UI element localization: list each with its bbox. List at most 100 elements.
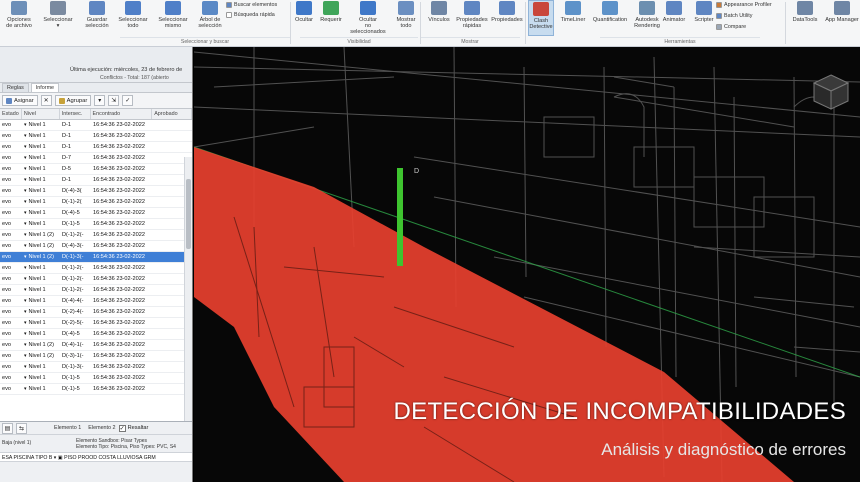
- clash-element-pipe[interactable]: [397, 168, 403, 266]
- col-level[interactable]: Nivel: [22, 109, 60, 119]
- ribbon-small-buscar[interactable]: Buscar elementos: [226, 1, 277, 9]
- ribbon-button-vínculos[interactable]: Vínculos: [425, 0, 453, 36]
- ribbon-button-timeliner[interactable]: TimeLiner: [558, 0, 588, 36]
- table-row[interactable]: evo ▾ Nivel 1 D(-4)-4(- 16:54:36 23-02-2022: [0, 296, 192, 307]
- ribbon-small-busqueda-rapida[interactable]: Búsqueda rápida: [226, 11, 275, 19]
- ribbon-button-datatools[interactable]: DataTools: [790, 0, 820, 36]
- status-dropdown-icon[interactable]: ▾: [24, 166, 27, 172]
- ribbon-button-propiedades[interactable]: Propiedades rápidas: [455, 0, 489, 36]
- results-scrollbar[interactable]: [184, 157, 192, 437]
- cell-grid-text: D(-4)-5: [62, 210, 80, 216]
- ribbon-small-appearance[interactable]: Appearance Profiler: [716, 1, 772, 9]
- table-row[interactable]: evo ▾ Nivel 1 D(-4)-5 16:54:36 23-02-2022: [0, 329, 192, 340]
- ribbon-button-seleccionar[interactable]: Seleccionar mismo: [156, 0, 190, 36]
- table-row[interactable]: evo ▾ Nivel 1 D(-1)-5 16:54:36 23-02-2022: [0, 373, 192, 384]
- ribbon-button-autodesk[interactable]: Autodesk Rendering: [632, 0, 662, 36]
- ribbon-button-seleccionar[interactable]: Seleccionar todo: [113, 0, 153, 36]
- ribbon-button-requerir[interactable]: Requerir: [318, 0, 344, 36]
- status-dropdown-icon[interactable]: ▾: [24, 133, 27, 139]
- table-row[interactable]: evo ▾ Nivel 1 (2) D(-1)-3(- 16:54:36 23-02-2…: [0, 252, 192, 263]
- ribbon-button-animator[interactable]: Animator: [660, 0, 688, 36]
- status-dropdown-icon[interactable]: ▾: [24, 210, 27, 216]
- table-row[interactable]: evo ▾ Nivel 1 D(-1)-5 16:54:36 23-02-2022: [0, 384, 192, 395]
- status-dropdown-icon[interactable]: ▾: [24, 320, 27, 326]
- table-row[interactable]: evo ▾ Nivel 1 D-1 16:54:36 23-02-2022: [0, 175, 192, 186]
- filter-icon[interactable]: ▾: [94, 95, 106, 106]
- col-status[interactable]: Estado: [0, 109, 22, 119]
- status-dropdown-icon[interactable]: ▾: [24, 386, 27, 392]
- view-cube-icon[interactable]: [812, 74, 850, 110]
- col-found[interactable]: Encontrado: [91, 109, 153, 119]
- col-approved[interactable]: Aprobado: [152, 109, 192, 119]
- ribbon-button-quantification[interactable]: Quantification: [590, 0, 630, 36]
- table-row[interactable]: evo ▾ Nivel 1 D(-1)-2(- 16:54:36 23-02-2022: [0, 274, 192, 285]
- item1-icon[interactable]: ▤: [2, 422, 13, 434]
- table-row[interactable]: evo ▾ Nivel 1 D-7 16:54:36 23-02-2022: [0, 153, 192, 164]
- status-dropdown-icon[interactable]: ▾: [24, 353, 27, 359]
- status-dropdown-icon[interactable]: ▾: [24, 199, 27, 205]
- ribbon-button-ocultar[interactable]: Ocultar no seleccionados: [348, 0, 388, 36]
- status-dropdown-icon[interactable]: ▾: [24, 232, 27, 238]
- table-row[interactable]: evo ▾ Nivel 1 (2) D(-4)-3(- 16:54:36 23-02-2…: [0, 241, 192, 252]
- status-dropdown-icon[interactable]: ▾: [24, 287, 27, 293]
- status-dropdown-icon[interactable]: ▾: [24, 342, 27, 348]
- highlight-checkbox[interactable]: ✓ Resaltar: [118, 424, 148, 432]
- table-row[interactable]: evo ▾ Nivel 1 D(-1)-2(- 16:54:36 23-02-2022: [0, 263, 192, 274]
- table-row[interactable]: evo ▾ Nivel 1 (2) D(-3)-1(- 16:54:36 23-02-2…: [0, 351, 192, 362]
- status-dropdown-icon[interactable]: ▾: [24, 276, 27, 282]
- ribbon-button-guardar[interactable]: Guardar selección: [82, 0, 112, 36]
- table-row[interactable]: evo ▾ Nivel 1 D-5 16:54:36 23-02-2022: [0, 164, 192, 175]
- group-button[interactable]: Agrupar: [54, 95, 92, 106]
- ribbon-small-batch[interactable]: Batch Utility: [716, 12, 752, 20]
- col-grid[interactable]: Intersec.: [60, 109, 91, 119]
- table-row[interactable]: evo ▾ Nivel 1 D(-2)-4(- 16:54:36 23-02-2022: [0, 307, 192, 318]
- ribbon-button-seleccionar[interactable]: Seleccionar ▾: [38, 0, 78, 36]
- status-dropdown-icon[interactable]: ▾: [24, 375, 27, 381]
- assign-button[interactable]: Asignar: [2, 95, 38, 106]
- table-row[interactable]: evo ▾ Nivel 1 D(-1)-5 16:54:36 23-02-2022: [0, 219, 192, 230]
- tab-informe[interactable]: Informe: [30, 83, 60, 92]
- tab-reglas[interactable]: Reglas: [2, 83, 29, 92]
- status-dropdown-icon[interactable]: ▾: [24, 364, 27, 370]
- status-dropdown-icon[interactable]: ▾: [24, 243, 27, 249]
- highlight-check-box[interactable]: ✓: [118, 424, 126, 432]
- 3d-viewport[interactable]: D DETECCIÓN DE INCOMPATIBILIDADES Anális…: [194, 47, 860, 482]
- table-row[interactable]: evo ▾ Nivel 1 (2) D(-1)-2(- 16:54:36 23-02-2…: [0, 230, 192, 241]
- status-dropdown-icon[interactable]: ▾: [24, 298, 27, 304]
- cell-level: ▾ Nivel 1: [22, 364, 60, 370]
- status-dropdown-icon[interactable]: ▾: [24, 122, 27, 128]
- approve-icon[interactable]: ✓: [122, 95, 134, 106]
- table-row[interactable]: evo ▾ Nivel 1 D(-4)-3(16:54:36 23-02-2022: [0, 186, 192, 197]
- table-row[interactable]: evo ▾ Nivel 1 D-1 16:54:36 23-02-2022: [0, 131, 192, 142]
- status-dropdown-icon[interactable]: ▾: [24, 254, 27, 260]
- ribbon-small-compare[interactable]: Compare: [716, 23, 746, 31]
- table-row[interactable]: evo ▾ Nivel 1 D(-1)-2(- 16:54:36 23-02-2022: [0, 285, 192, 296]
- status-dropdown-icon[interactable]: ▾: [24, 265, 27, 271]
- status-dropdown-icon[interactable]: ▾: [24, 309, 27, 315]
- scrollbar-thumb[interactable]: [186, 179, 191, 249]
- ribbon-button-ocultar[interactable]: Ocultar: [292, 0, 316, 36]
- status-dropdown-icon[interactable]: ▾: [24, 331, 27, 337]
- ribbon-button-clash[interactable]: Clash Detective: [528, 0, 554, 36]
- table-row[interactable]: evo ▾ Nivel 1 (2) D(-4)-1(- 16:54:36 23-02-2…: [0, 340, 192, 351]
- table-row[interactable]: evo ▾ Nivel 1 D(-4)-5 16:54:36 23-02-2022: [0, 208, 192, 219]
- status-dropdown-icon[interactable]: ▾: [24, 188, 27, 194]
- ribbon-button-opciones[interactable]: Opciones de archivo: [2, 0, 36, 36]
- table-row[interactable]: evo ▾ Nivel 1 D-1 16:54:36 23-02-2022: [0, 142, 192, 153]
- resize-icon[interactable]: ⇲: [108, 95, 120, 106]
- ribbon-button-propiedades[interactable]: Propiedades: [490, 0, 524, 36]
- status-dropdown-icon[interactable]: ▾: [24, 221, 27, 227]
- ribbon-button-árbol-de[interactable]: Árbol de selección: [193, 0, 227, 36]
- status-dropdown-icon[interactable]: ▾: [24, 144, 27, 150]
- ribbon-button-scripter[interactable]: Scripter: [690, 0, 718, 36]
- clear-assign-icon[interactable]: ✕: [40, 95, 52, 106]
- table-row[interactable]: evo ▾ Nivel 1 D-1 16:54:36 23-02-2022: [0, 120, 192, 131]
- table-row[interactable]: evo ▾ Nivel 1 D(-1)-2(16:54:36 23-02-2022: [0, 197, 192, 208]
- ribbon-button-mostrar[interactable]: Mostrar todo: [390, 0, 422, 36]
- item1-nav-icon[interactable]: ⇆: [16, 422, 27, 434]
- table-row[interactable]: evo ▾ Nivel 1 D(-2)-5(- 16:54:36 23-02-2022: [0, 318, 192, 329]
- status-dropdown-icon[interactable]: ▾: [24, 155, 27, 161]
- status-dropdown-icon[interactable]: ▾: [24, 177, 27, 183]
- ribbon-button-app-manager[interactable]: App Manager: [823, 0, 860, 36]
- table-row[interactable]: evo ▾ Nivel 1 D(-1)-3(- 16:54:36 23-02-2022: [0, 362, 192, 373]
